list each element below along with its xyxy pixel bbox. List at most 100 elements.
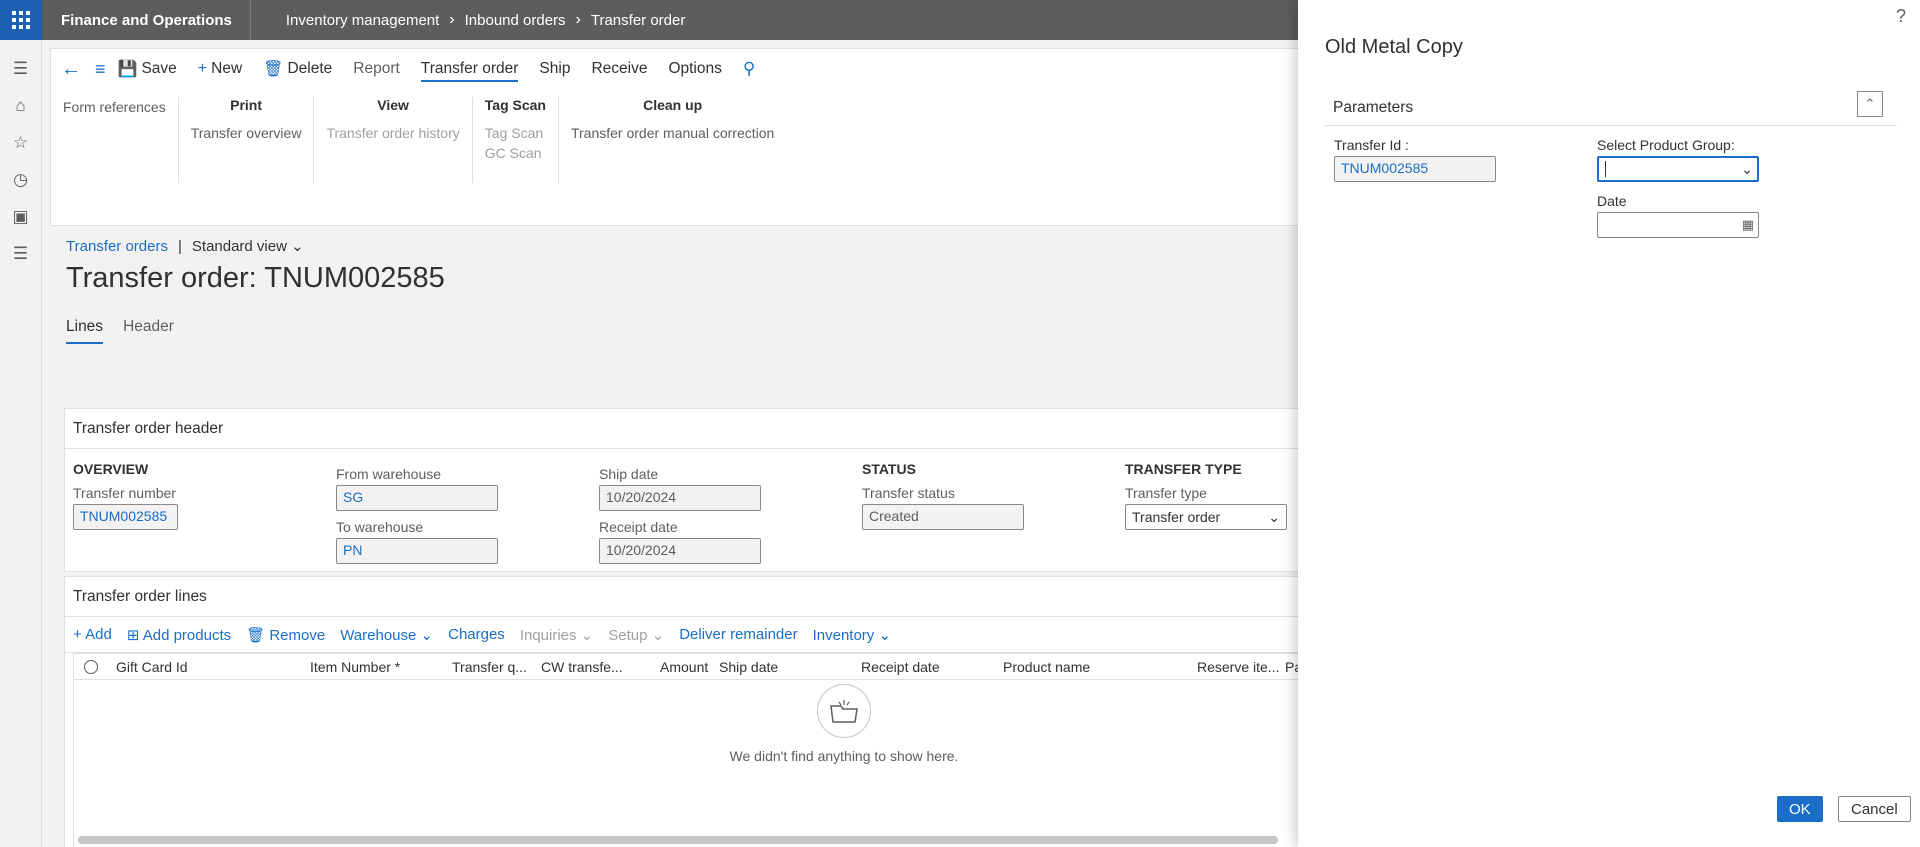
- setup-menu[interactable]: Setup ⌄: [608, 626, 664, 644]
- col-ship-date[interactable]: Ship date: [719, 659, 861, 675]
- inventory-menu[interactable]: Inventory ⌄: [813, 626, 891, 644]
- transfer-status-field[interactable]: Created: [862, 504, 1024, 530]
- transfer-type-title: TRANSFER TYPE: [1125, 461, 1242, 477]
- empty-folder-icon: [817, 684, 871, 738]
- old-metal-copy-dialog: ? Old Metal Copy Parameters ⌃ Transfer I…: [1298, 0, 1920, 847]
- dialog-title: Old Metal Copy: [1325, 36, 1463, 58]
- home-icon[interactable]: ⌂: [0, 87, 42, 124]
- chevron-up-icon[interactable]: ⌃: [1857, 91, 1883, 117]
- report-tab[interactable]: Report: [353, 60, 400, 78]
- warehouse-menu[interactable]: Warehouse ⌄: [340, 626, 433, 644]
- lines-card-title[interactable]: Transfer order lines: [65, 577, 1383, 617]
- transfer-overview-button[interactable]: Transfer overview: [191, 123, 302, 143]
- modules-list-icon[interactable]: ☰: [0, 235, 42, 272]
- recent-clock-icon[interactable]: ◷: [0, 161, 42, 198]
- delete-button[interactable]: 🗑 Delete: [263, 59, 332, 79]
- tab-lines[interactable]: Lines: [66, 318, 104, 344]
- product-group-label: Select Product Group:: [1597, 137, 1735, 153]
- ship-tab[interactable]: Ship: [539, 60, 570, 78]
- inquiries-menu[interactable]: Inquiries ⌄: [520, 626, 593, 644]
- menu-lines-icon[interactable]: ≡: [95, 59, 106, 80]
- product-group-select[interactable]: ⌄: [1597, 156, 1759, 182]
- options-tab[interactable]: Options: [668, 60, 721, 78]
- view-selector[interactable]: Standard view ⌄: [192, 237, 304, 255]
- deliver-remainder-button[interactable]: Deliver remainder: [679, 626, 797, 643]
- horizontal-scrollbar[interactable]: [78, 836, 1278, 844]
- search-icon[interactable]: ⚲: [743, 59, 755, 79]
- cancel-button[interactable]: Cancel: [1838, 796, 1911, 822]
- chevron-down-icon: ⌄: [291, 238, 304, 255]
- transfer-order-header-card: Transfer order header OVERVIEW Transfer …: [64, 408, 1384, 572]
- transfer-id-field-group: Transfer Id : TNUM002585: [1334, 137, 1496, 182]
- from-warehouse-label: From warehouse: [336, 466, 442, 482]
- warehouse-section: From warehouse SG To warehouse PN: [336, 466, 536, 572]
- add-products-button[interactable]: ⊞ Add products: [127, 626, 231, 644]
- ship-date-field[interactable]: 10/20/2024: [599, 485, 761, 511]
- back-arrow-icon[interactable]: ←: [61, 58, 81, 81]
- transfer-orders-link[interactable]: Transfer orders: [66, 238, 168, 255]
- col-transfer-qty[interactable]: Transfer q...: [452, 659, 541, 675]
- tag-scan-button[interactable]: Tag Scan: [485, 123, 546, 143]
- empty-state: We didn't find anything to show here.: [694, 684, 994, 764]
- lines-grid: Gift Card Id Item Number * Transfer q...…: [73, 653, 1373, 847]
- ribbon-group-tag-scan: Tag Scan Tag Scan GC Scan: [473, 97, 559, 183]
- transfer-type-section: TRANSFER TYPE Transfer type Transfer ord…: [1125, 461, 1325, 538]
- transfer-order-tab[interactable]: Transfer order: [420, 60, 519, 82]
- breadcrumb-item-inventory[interactable]: Inventory management: [286, 12, 439, 29]
- transfer-order-history-button[interactable]: Transfer order history: [326, 123, 459, 143]
- hamburger-icon[interactable]: ☰: [0, 50, 42, 87]
- parameters-section-header[interactable]: Parameters ⌃: [1325, 90, 1897, 126]
- manual-correction-button[interactable]: Transfer order manual correction: [571, 123, 774, 143]
- breadcrumb-item-inbound[interactable]: Inbound orders: [465, 12, 566, 29]
- ribbon-group-view: View Transfer order history: [314, 97, 473, 183]
- app-name[interactable]: Finance and Operations: [42, 0, 251, 40]
- ribbon-groups: Form references Print Transfer overview …: [51, 89, 1349, 183]
- date-input[interactable]: ▦: [1597, 212, 1759, 238]
- page-title: Transfer order: TNUM002585: [66, 262, 445, 294]
- col-amount[interactable]: Amount: [660, 659, 719, 675]
- view-bar: Transfer orders | Standard view ⌄: [66, 237, 304, 256]
- receive-tab[interactable]: Receive: [591, 60, 647, 78]
- col-item-number[interactable]: Item Number *: [310, 659, 452, 675]
- main-content: ← ≡ 💾 Save + New 🗑 Delete Report Transfer o…: [42, 40, 1384, 847]
- ok-button[interactable]: OK: [1777, 796, 1823, 822]
- workspaces-icon[interactable]: ▣: [0, 198, 42, 235]
- grid-header: Gift Card Id Item Number * Transfer q...…: [74, 654, 1372, 680]
- charges-button[interactable]: Charges: [448, 626, 505, 643]
- trash-icon: 🗑: [263, 61, 284, 78]
- help-icon[interactable]: ?: [1896, 6, 1906, 27]
- waffle-icon: [12, 11, 30, 29]
- app-launcher-button[interactable]: [0, 0, 42, 40]
- action-pane: ← ≡ 💾 Save + New 🗑 Delete Report Transfer o…: [50, 48, 1350, 226]
- form-references-button[interactable]: Form references: [63, 97, 166, 117]
- col-cw-transfer[interactable]: CW transfe...: [541, 659, 660, 675]
- transfer-id-field[interactable]: TNUM002585: [1334, 156, 1496, 182]
- gc-scan-button[interactable]: GC Scan: [485, 143, 546, 163]
- col-reserve-items[interactable]: Reserve ite...: [1197, 659, 1285, 675]
- add-line-button[interactable]: + Add: [73, 626, 112, 643]
- header-card-title[interactable]: Transfer order header: [65, 409, 1383, 449]
- from-warehouse-field[interactable]: SG: [336, 485, 498, 511]
- favorites-star-icon[interactable]: ☆: [0, 124, 42, 161]
- save-button[interactable]: 💾 Save: [118, 59, 177, 79]
- to-warehouse-field[interactable]: PN: [336, 538, 498, 564]
- tab-header[interactable]: Header: [123, 318, 174, 344]
- receipt-date-field[interactable]: 10/20/2024: [599, 538, 761, 564]
- date-label: Date: [1597, 193, 1627, 209]
- select-all-radio[interactable]: [84, 659, 98, 674]
- transfer-type-select[interactable]: Transfer order ⌄: [1125, 504, 1287, 530]
- breadcrumb-item-transfer[interactable]: Transfer order: [591, 12, 685, 29]
- overview-title: OVERVIEW: [73, 461, 149, 477]
- toolbar: ← ≡ 💾 Save + New 🗑 Delete Report Transfer o…: [51, 49, 1349, 89]
- calendar-icon[interactable]: ▦: [1742, 217, 1754, 233]
- new-button[interactable]: + New: [198, 60, 242, 78]
- to-warehouse-label: To warehouse: [336, 519, 424, 535]
- col-gift-card-id[interactable]: Gift Card Id: [116, 659, 310, 675]
- chevron-down-icon[interactable]: ⌄: [1741, 161, 1753, 178]
- col-receipt-date[interactable]: Receipt date: [861, 659, 1003, 675]
- transfer-number-field[interactable]: TNUM002585: [73, 504, 178, 530]
- tag-scan-group-title: Tag Scan: [484, 97, 546, 113]
- product-group-field-group: Select Product Group: ⌄: [1597, 137, 1759, 182]
- col-product-name[interactable]: Product name: [1003, 659, 1197, 675]
- remove-line-button[interactable]: 🗑 Remove: [246, 626, 325, 644]
